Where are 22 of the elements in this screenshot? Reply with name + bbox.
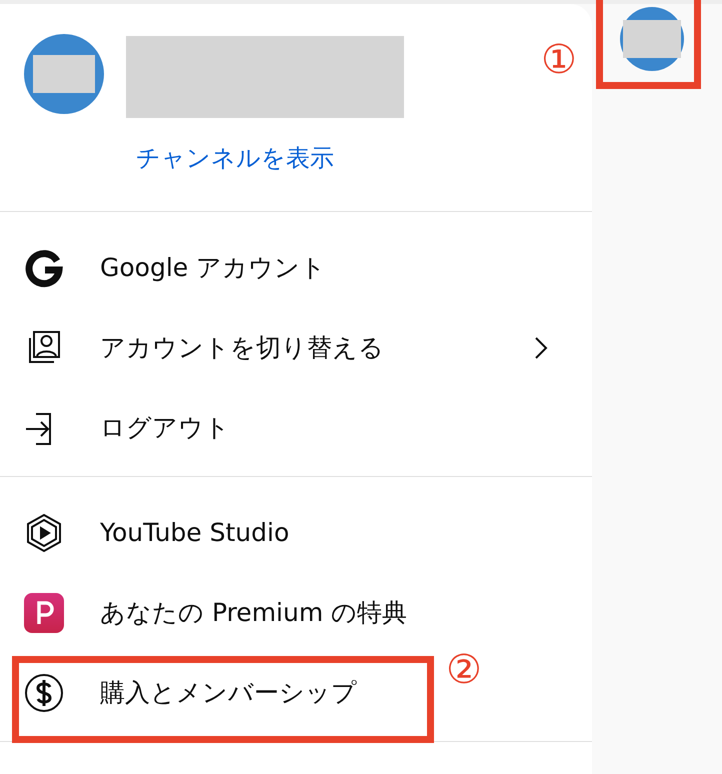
menu-label: アカウントを切り替える <box>100 332 385 364</box>
menu-item[interactable]: YouTube Studio <box>0 493 310 573</box>
channel-link[interactable]: チャンネルを表示 <box>136 140 334 176</box>
menu-item[interactable]: 購入とメンバーシップ <box>0 653 377 733</box>
redacted-block <box>623 20 681 58</box>
menu-label: YouTube Studio <box>100 517 290 550</box>
menu-label: ログアウト <box>100 412 230 444</box>
dollar-circle-icon <box>24 673 64 713</box>
redacted-block <box>33 55 95 93</box>
hexagon-play-icon <box>24 513 64 553</box>
premium-icon <box>24 593 64 633</box>
menu-label: 購入とメンバーシップ <box>100 677 357 710</box>
menu-item[interactable]: ログアウト <box>0 388 250 468</box>
menu-label: Google アカウント <box>100 252 326 284</box>
menu-label: あなたの Premium の特典 <box>100 597 408 630</box>
menu-item[interactable]: あなたの Premium の特典 <box>0 573 428 653</box>
menu-item[interactable]: Google アカウント <box>0 228 346 308</box>
google-logo-icon <box>24 248 64 288</box>
annotation-number: ① <box>541 40 577 80</box>
menu-item[interactable]: アカウントを切り替える <box>0 308 592 388</box>
annotation-number: ② <box>446 650 482 690</box>
chevron-right-icon <box>534 336 548 360</box>
